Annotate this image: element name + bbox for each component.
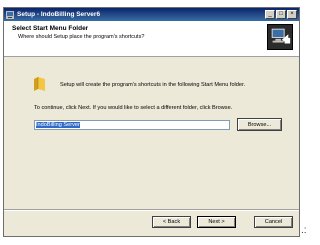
folder-icon xyxy=(34,77,45,91)
setup-window: Setup - IndoBilling Server6 _ □ × Select… xyxy=(3,7,300,237)
window-title: Setup - IndoBilling Server6 xyxy=(17,11,101,18)
wizard-body: Setup will create the program's shortcut… xyxy=(4,58,299,208)
folder-input-value: IndoBilling Server xyxy=(36,122,80,128)
intro-text: Setup will create the program's shortcut… xyxy=(60,82,246,88)
footer-divider xyxy=(4,209,299,211)
page-title: Select Start Menu Folder xyxy=(12,25,89,32)
next-button[interactable]: Next > xyxy=(197,216,236,228)
browse-button[interactable]: Browse... xyxy=(237,118,282,131)
maximize-button[interactable]: □ xyxy=(276,10,286,19)
back-button[interactable]: < Back xyxy=(152,216,191,228)
page-subtitle: Where should Setup place the program's s… xyxy=(18,34,145,40)
wizard-header: Select Start Menu Folder Where should Se… xyxy=(4,21,299,57)
start-menu-folder-input[interactable]: IndoBilling Server xyxy=(34,120,230,130)
cancel-button[interactable]: Cancel xyxy=(254,216,293,228)
window-controls: _ □ × xyxy=(265,10,297,19)
instruction-text: To continue, click Next. If you would li… xyxy=(34,105,233,111)
edge-text: .: xyxy=(301,225,307,236)
minimize-button[interactable]: _ xyxy=(265,10,275,19)
title-bar[interactable]: Setup - IndoBilling Server6 _ □ × xyxy=(4,8,299,21)
close-button[interactable]: × xyxy=(287,10,297,19)
setup-app-icon xyxy=(6,10,14,19)
computer-shortcut-icon xyxy=(267,24,293,50)
